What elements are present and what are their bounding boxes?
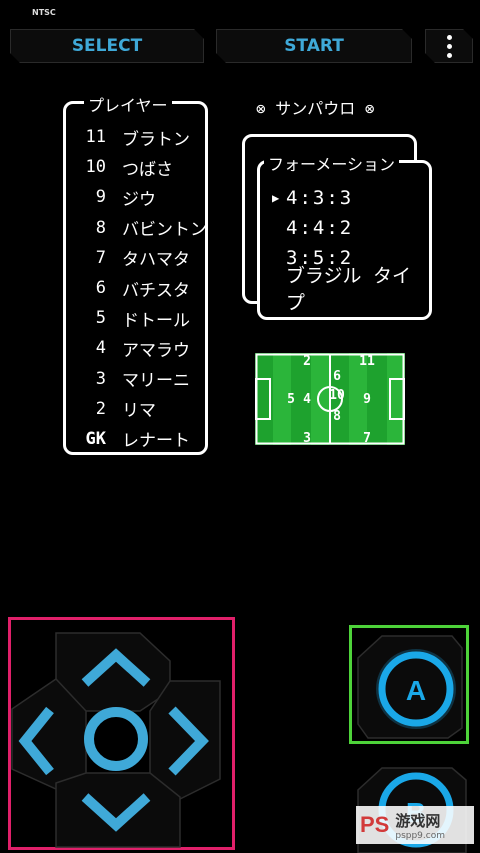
player-row: 8 バビントン: [72, 213, 207, 243]
player-list: 11 ブラトン 10 つばさ 9 ジウ 8 バビントン 7 タハマタ 6 バチスタ 5 ドトール 4 アマラウ…: [72, 122, 207, 454]
dpad-down-bg: [55, 772, 181, 848]
a-button-label: A: [406, 675, 426, 706]
field-player-number: 7: [363, 431, 371, 445]
player-row: GK レナート: [72, 424, 207, 454]
formation-label: ブラジル タイプ: [285, 265, 411, 314]
team-name: ⊗ サンパウロ ⊗: [256, 99, 375, 118]
player-number: 3: [95, 368, 106, 389]
player-number: 8: [95, 217, 106, 238]
player-row: 11 ブラトン: [72, 122, 207, 152]
player-number: 5: [95, 308, 106, 329]
player-name: タハマタ: [122, 250, 190, 271]
player-number: 4: [95, 338, 106, 359]
player-row: 6 バチスタ: [72, 273, 207, 303]
selection-cursor-icon: ▶: [272, 191, 282, 205]
formation-title: フォーメーション: [264, 151, 400, 175]
player-name: つばさ: [122, 159, 173, 180]
ntsc-label: NTSC: [32, 8, 56, 17]
field-player-number: 10: [329, 388, 345, 403]
formation-option[interactable]: ブラジル タイプ: [272, 265, 429, 314]
player-name: レナート: [122, 431, 190, 452]
formation-label: 4:4:2: [286, 217, 354, 239]
watermark-site: pspp9.com: [395, 830, 445, 841]
field-player-number: 5: [287, 392, 295, 407]
player-number: 7: [95, 247, 106, 268]
watermark-ps-icon: PS: [360, 812, 390, 837]
more-vertical-icon: [447, 35, 452, 58]
player-name: バチスタ: [122, 280, 190, 301]
formation-option[interactable]: ▶ 4:3:3: [272, 183, 429, 213]
player-list-title: プレイヤー: [84, 92, 172, 116]
player-row: 10 つばさ: [72, 152, 207, 182]
player-row: 4 アマラウ: [72, 333, 207, 363]
soccer-field-minimap: 2 11 6 5 4 10 9 8 3 7: [255, 353, 405, 445]
formation-panel: フォーメーション ▶ 4:3:3 4:4:2 3:5:2 ブラジル タイプ: [257, 151, 432, 320]
player-number: 9: [95, 187, 106, 208]
player-name: リマ: [122, 401, 156, 422]
a-button[interactable]: A: [352, 628, 466, 741]
player-name: ドトール: [122, 310, 190, 331]
watermark-logo: PS 游戏网 pspp9.com: [356, 806, 474, 844]
player-list-panel: プレイヤー 11 ブラトン 10 つばさ 9 ジウ 8 バビントン 7 タハマタ 6 バチスタ 5 ドトー…: [63, 92, 208, 455]
field-player-number: 11: [359, 354, 375, 369]
player-row: 7 タハマタ: [72, 243, 207, 273]
field-stripe: [311, 353, 329, 445]
player-number: 6: [95, 278, 106, 299]
field-player-number: 4: [303, 392, 311, 407]
dpad-center-circle-icon[interactable]: [84, 707, 148, 771]
player-number: 2: [95, 398, 106, 419]
field-player-number: 6: [333, 369, 341, 384]
player-name: バビントン: [122, 220, 207, 241]
overflow-menu-button[interactable]: [425, 29, 473, 63]
player-row: 5 ドトール: [72, 303, 207, 333]
select-button[interactable]: SELECT: [10, 29, 204, 63]
field-player-number: 9: [363, 392, 371, 407]
player-row: 2 リマ: [72, 394, 207, 424]
player-row: 3 マリーニ: [72, 364, 207, 394]
player-number: 10: [85, 157, 106, 178]
player-number: 11: [85, 127, 106, 148]
field-player-number: 2: [303, 354, 311, 369]
formation-option[interactable]: 4:4:2: [272, 213, 429, 243]
player-name: ジウ: [122, 189, 156, 210]
formation-label: 4:3:3: [286, 187, 354, 209]
dpad[interactable]: [10, 619, 232, 848]
field-player-number: 3: [303, 431, 311, 445]
formation-list: ▶ 4:3:3 4:4:2 3:5:2 ブラジル タイプ: [272, 183, 429, 314]
player-name: ブラトン: [122, 129, 190, 150]
player-row: 9 ジウ: [72, 182, 207, 212]
field-player-number: 8: [333, 409, 341, 424]
player-name: マリーニ: [122, 371, 190, 392]
watermark-text: 游戏网: [395, 811, 441, 830]
player-number: GK: [85, 428, 106, 449]
player-name: アマラウ: [122, 340, 190, 361]
start-button[interactable]: START: [216, 29, 412, 63]
